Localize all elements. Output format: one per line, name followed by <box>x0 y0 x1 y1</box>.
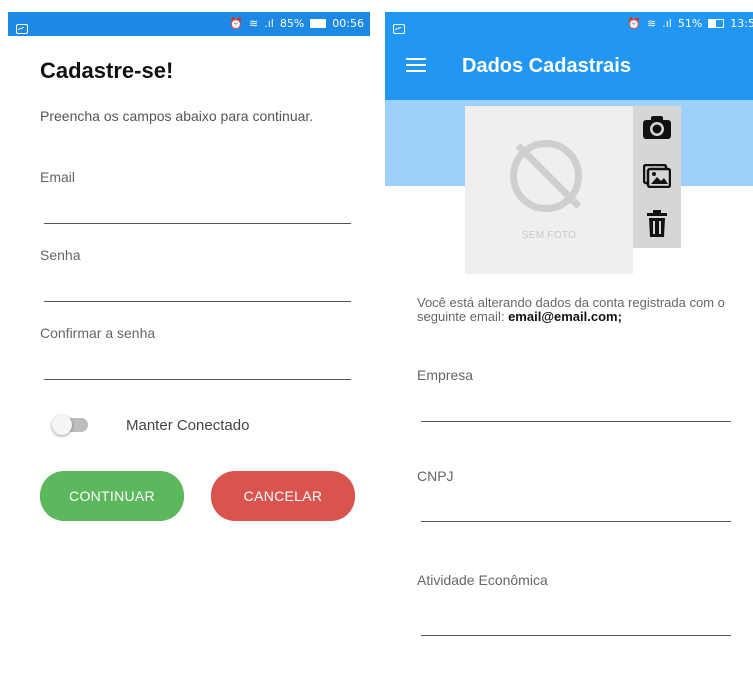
status-bar: ⏰ ≋ .ıl 85% 00:56 <box>8 12 370 36</box>
keep-connected-toggle[interactable] <box>52 415 88 435</box>
cnpj-field[interactable] <box>421 521 731 522</box>
gallery-icon[interactable] <box>633 156 681 196</box>
page-title: Cadastre-se! <box>40 58 174 83</box>
confirm-password-field[interactable] <box>44 379 351 380</box>
company-data-screen: ⏰ ≋ .ıl 51% 13:5 Dados Cadastrais SEM FO… <box>385 12 753 675</box>
clock: 13:5 <box>730 17 753 30</box>
email-field[interactable] <box>44 223 351 224</box>
signup-screen: ⏰ ≋ .ıl 85% 00:56 Cadastre-se! Preencha … <box>8 12 370 675</box>
camera-icon[interactable] <box>633 108 681 148</box>
page-subtitle: Preencha os campos abaixo para continuar… <box>40 108 314 124</box>
password-field[interactable] <box>44 301 351 302</box>
company-label: Empresa <box>417 367 474 383</box>
app-bar: Dados Cadastrais <box>385 36 753 100</box>
alarm-icon: ⏰ <box>229 17 244 30</box>
email-label: Email <box>40 169 76 185</box>
menu-icon[interactable] <box>406 58 426 72</box>
image-notification-icon <box>393 24 405 34</box>
account-info-text: Você está alterando dados da conta regis… <box>417 296 737 324</box>
economic-activity-label: Atividade Econômica <box>417 572 548 588</box>
trash-icon[interactable] <box>633 204 681 244</box>
clock: 00:56 <box>332 17 364 30</box>
toggle-knob <box>52 415 72 435</box>
wifi-icon: ≋ <box>249 17 259 30</box>
battery-icon <box>708 19 725 28</box>
alarm-icon: ⏰ <box>627 17 642 30</box>
battery-percent: 51% <box>677 17 703 30</box>
signal-icon: .ıl <box>662 17 672 30</box>
no-photo-label: SEM FOTO <box>521 230 577 241</box>
continue-button[interactable]: CONTINUAR <box>40 471 184 521</box>
cancel-button[interactable]: CANCELAR <box>211 471 355 521</box>
confirm-password-label: Confirmar a senha <box>40 325 156 341</box>
battery-percent: 85% <box>279 17 305 30</box>
economic-activity-field[interactable] <box>421 635 731 636</box>
profile-photo[interactable]: SEM FOTO <box>465 106 633 274</box>
status-indicators: ⏰ ≋ .ıl 85% 00:56 <box>229 17 364 30</box>
status-indicators: ⏰ ≋ .ıl 51% 13:5 <box>627 17 753 30</box>
cnpj-label: CNPJ <box>417 468 454 484</box>
app-bar-title: Dados Cadastrais <box>462 55 631 77</box>
wifi-icon: ≋ <box>647 17 657 30</box>
account-email: email@email.com; <box>508 309 622 324</box>
signal-icon: .ıl <box>264 17 274 30</box>
photo-actions <box>633 106 681 248</box>
keep-connected-label: Manter Conectado <box>126 417 250 434</box>
status-bar: ⏰ ≋ .ıl 51% 13:5 <box>385 12 753 36</box>
password-label: Senha <box>40 247 81 263</box>
company-field[interactable] <box>421 421 731 422</box>
image-notification-icon <box>16 24 28 34</box>
battery-icon <box>310 19 327 28</box>
